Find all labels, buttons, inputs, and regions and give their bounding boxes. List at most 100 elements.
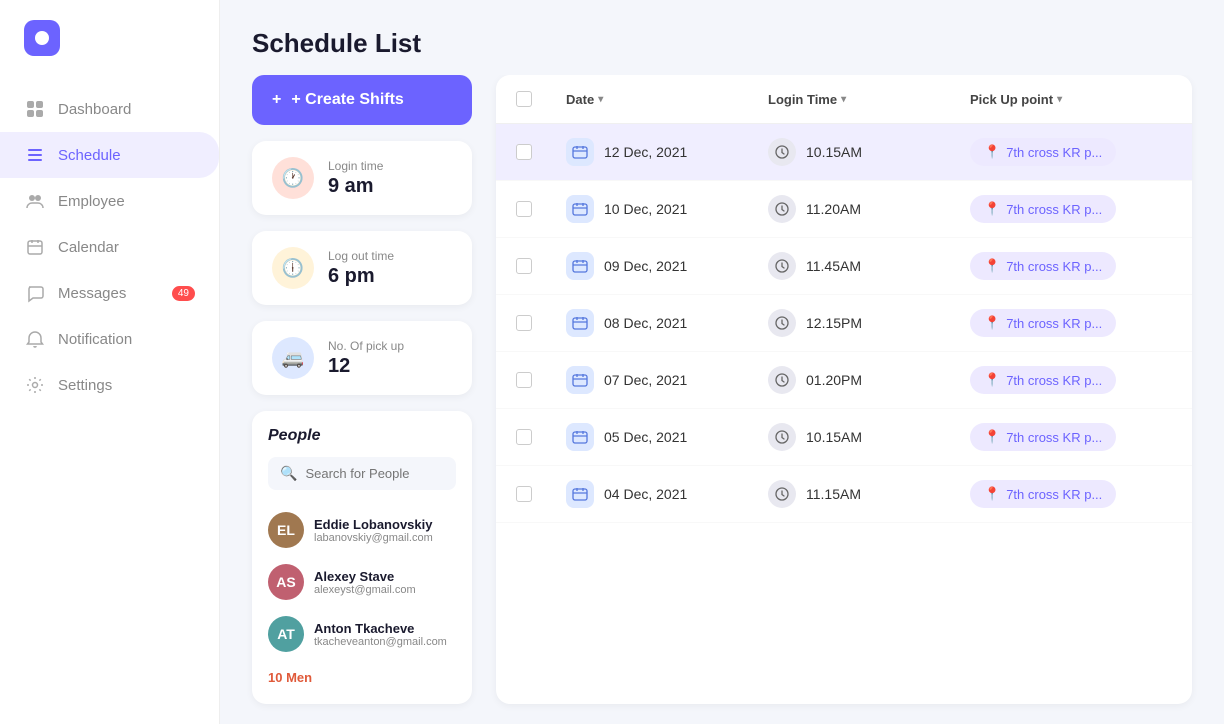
table-row[interactable]: 10 Dec, 2021 11.20AM 📍 7th cross KR p... [496,181,1192,238]
table-row[interactable]: 12 Dec, 2021 10.15AM 📍 7th cross KR p... [496,124,1192,181]
sidebar-item-label: Notification [58,331,132,348]
date-sort-icon: ▾ [598,94,603,105]
pickup-card: 🚐 No. Of pick up 12 [252,321,472,395]
sidebar-item-label: Dashboard [58,101,131,118]
pickup-label: No. Of pick up [328,339,404,353]
pickup-badge-6: 📍 7th cross KR p... [970,480,1116,508]
create-shifts-label: + Create Shifts [291,91,403,109]
pickup-cell-2: 📍 7th cross KR p... [970,252,1172,280]
messages-badge: 49 [172,286,195,301]
date-cell-0: 12 Dec, 2021 [566,138,768,166]
date-column-header[interactable]: Date ▾ [566,92,768,107]
pickup-value: 12 [328,355,404,378]
header-checkbox[interactable] [516,91,532,107]
date-icon-3 [566,309,594,337]
time-icon-3 [768,309,796,337]
date-cell-5: 05 Dec, 2021 [566,423,768,451]
row-checkbox-6[interactable] [516,486,532,502]
content-area: + + Create Shifts 🕐 Login time 9 am 🕕 Lo… [220,75,1224,724]
sidebar-item-schedule[interactable]: Schedule [0,132,219,178]
person-avatar-0: EL [268,512,304,548]
table-header: Date ▾ Login Time ▾ Pick Up point ▾ [496,75,1192,124]
pin-icon-0: 📍 [984,144,1000,160]
row-checkbox-4[interactable] [516,372,532,388]
time-cell-4: 01.20PM [768,366,970,394]
people-section: People 🔍 EL Eddie Lobanovskiy labanovski… [252,411,472,704]
header-checkbox-cell[interactable] [516,91,566,107]
time-cell-1: 11.20AM [768,195,970,223]
logout-time-card: 🕕 Log out time 6 pm [252,231,472,305]
row-checkbox-cell[interactable] [516,144,566,160]
time-icon-0 [768,138,796,166]
pickup-badge-4: 📍 7th cross KR p... [970,366,1116,394]
search-input[interactable] [305,466,444,481]
row-checkbox-cell[interactable] [516,372,566,388]
time-cell-3: 12.15PM [768,309,970,337]
sidebar-item-settings[interactable]: Settings [0,362,219,408]
date-icon-5 [566,423,594,451]
person-name-0: Eddie Lobanovskiy [314,517,433,532]
page-header: Schedule List [220,0,1224,75]
row-checkbox-cell[interactable] [516,258,566,274]
table-row[interactable]: 07 Dec, 2021 01.20PM 📍 7th cross KR p... [496,352,1192,409]
row-checkbox-cell[interactable] [516,429,566,445]
date-cell-3: 08 Dec, 2021 [566,309,768,337]
date-cell-6: 04 Dec, 2021 [566,480,768,508]
pickup-badge-2: 📍 7th cross KR p... [970,252,1116,280]
table-body: 12 Dec, 2021 10.15AM 📍 7th cross KR p... [496,124,1192,704]
person-item-1[interactable]: AS Alexey Stave alexeyst@gmail.com [268,556,456,608]
time-cell-0: 10.15AM [768,138,970,166]
pickup-badge-0: 📍 7th cross KR p... [970,138,1116,166]
table-row[interactable]: 09 Dec, 2021 11.45AM 📍 7th cross KR p... [496,238,1192,295]
row-checkbox-2[interactable] [516,258,532,274]
pickup-cell-3: 📍 7th cross KR p... [970,309,1172,337]
login-sort-icon: ▾ [841,94,846,105]
table-row[interactable]: 08 Dec, 2021 12.15PM 📍 7th cross KR p... [496,295,1192,352]
table-row[interactable]: 04 Dec, 2021 11.15AM 📍 7th cross KR p... [496,466,1192,523]
pickup-badge-1: 📍 7th cross KR p... [970,195,1116,223]
messages-icon [24,282,46,304]
pin-icon-1: 📍 [984,201,1000,217]
schedule-table: Date ▾ Login Time ▾ Pick Up point ▾ [496,75,1192,704]
people-count: 10 Men [268,670,456,685]
main-content: Schedule List + + Create Shifts 🕐 Login … [220,0,1224,724]
logout-time-icon: 🕕 [272,247,314,289]
table-row[interactable]: 05 Dec, 2021 10.15AM 📍 7th cross KR p... [496,409,1192,466]
settings-icon [24,374,46,396]
app-logo [24,20,60,56]
person-item-2[interactable]: AT Anton Tkacheve tkacheveanton@gmail.co… [268,608,456,660]
row-checkbox-cell[interactable] [516,315,566,331]
row-checkbox-cell[interactable] [516,486,566,502]
login-time-column-header[interactable]: Login Time ▾ [768,92,970,107]
pickup-cell-0: 📍 7th cross KR p... [970,138,1172,166]
person-item-0[interactable]: EL Eddie Lobanovskiy labanovskiy@gmail.c… [268,504,456,556]
employee-icon [24,190,46,212]
pickup-badge-5: 📍 7th cross KR p... [970,423,1116,451]
row-checkbox-cell[interactable] [516,201,566,217]
plus-icon: + [272,91,281,109]
row-checkbox-5[interactable] [516,429,532,445]
create-shifts-button[interactable]: + + Create Shifts [252,75,472,125]
time-icon-2 [768,252,796,280]
pin-icon-6: 📍 [984,486,1000,502]
sidebar-item-employee[interactable]: Employee [0,178,219,224]
person-avatar-1: AS [268,564,304,600]
sidebar-item-calendar[interactable]: Calendar [0,224,219,270]
pin-icon-4: 📍 [984,372,1000,388]
pickup-cell-6: 📍 7th cross KR p... [970,480,1172,508]
person-email-1: alexeyst@gmail.com [314,584,416,596]
sidebar-item-dashboard[interactable]: Dashboard [0,86,219,132]
row-checkbox-0[interactable] [516,144,532,160]
date-cell-2: 09 Dec, 2021 [566,252,768,280]
person-name-1: Alexey Stave [314,569,416,584]
sidebar-item-messages[interactable]: Messages 49 [0,270,219,316]
person-email-0: labanovskiy@gmail.com [314,532,433,544]
pickup-column-header[interactable]: Pick Up point ▾ [970,92,1172,107]
pickup-sort-icon: ▾ [1057,94,1062,105]
row-checkbox-3[interactable] [516,315,532,331]
search-box[interactable]: 🔍 [268,457,456,490]
sidebar-item-notification[interactable]: Notification [0,316,219,362]
row-checkbox-1[interactable] [516,201,532,217]
date-icon-6 [566,480,594,508]
page-title: Schedule List [252,28,1192,59]
